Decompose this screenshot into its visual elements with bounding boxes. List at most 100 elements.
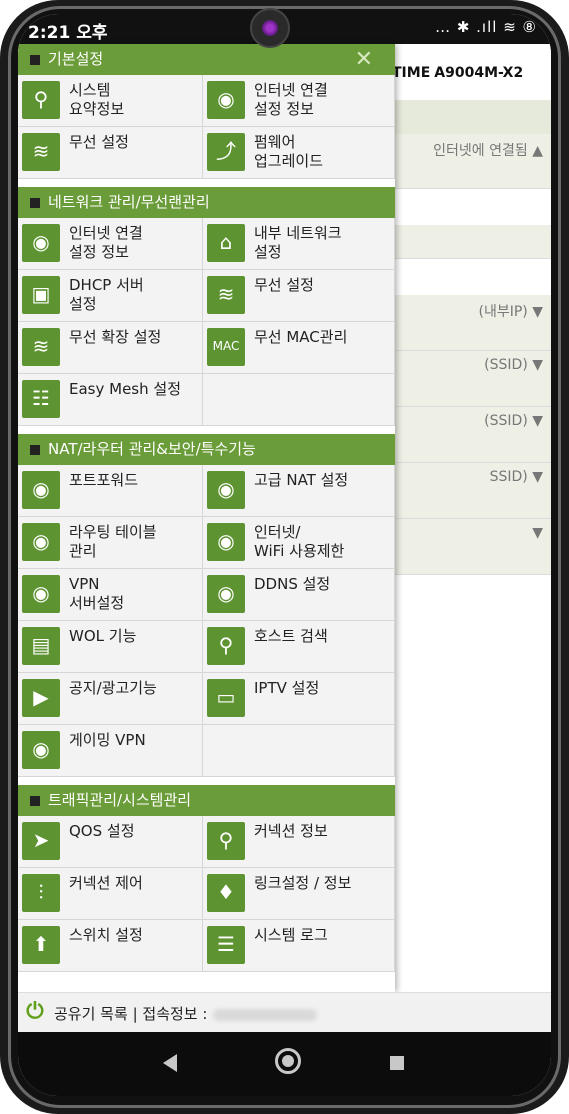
menu-item-internet-setup[interactable]: ◉ 인터넷 연결 설정 정보 bbox=[203, 75, 395, 127]
router-list-link[interactable]: 공유기 목록 bbox=[54, 1005, 128, 1023]
menu-item-label: 호스트 검색 bbox=[254, 627, 328, 645]
internet-status: 인터넷에 연결됨 ▲ bbox=[433, 143, 543, 159]
menu-item-access-restrict[interactable]: ◉ 인터넷/ WiFi 사용제한 bbox=[203, 517, 395, 569]
footer-bar: ⏻ 공유기 목록 | 접속정보 : bbox=[18, 992, 551, 1032]
bullet-square-icon bbox=[30, 55, 40, 65]
header-band bbox=[388, 100, 551, 134]
internet-status-row[interactable]: 인터넷에 연결됨 ▲ bbox=[388, 134, 551, 189]
wol-icon: ▤ bbox=[22, 627, 60, 665]
routing-icon: ◉ bbox=[22, 523, 60, 561]
menu-item-label: 시스템 로그 bbox=[254, 926, 328, 944]
lan-icon: ⌂ bbox=[207, 224, 245, 262]
nat-icon: ◉ bbox=[207, 471, 245, 509]
ssid-row[interactable]: (SSID) ▼ bbox=[388, 351, 551, 407]
menu-grid: ◉ 인터넷 연결 설정 정보 ⌂ 내부 네트워크 설정 ▣ DHCP 서버 설정 ≋ 무… bbox=[18, 218, 395, 426]
menu-item-easy-mesh[interactable]: ☷ Easy Mesh 설정 bbox=[18, 374, 203, 426]
blank-row bbox=[388, 259, 551, 295]
log-icon: ☰ bbox=[207, 926, 245, 964]
switch-icon: ⬆ bbox=[22, 926, 60, 964]
close-icon[interactable]: ✕ bbox=[355, 44, 373, 75]
menu-item-empty bbox=[203, 725, 395, 777]
bullet-square-icon bbox=[30, 198, 40, 208]
menu-item-label: DDNS 설정 bbox=[254, 575, 331, 593]
upgrade-icon: ⤴ bbox=[207, 133, 245, 171]
access-info-label: 접속정보 : bbox=[142, 1005, 208, 1023]
menu-item-port-forward[interactable]: ◉ 포트포워드 bbox=[18, 465, 203, 517]
home-icon[interactable] bbox=[275, 1048, 301, 1074]
menu-item-firmware-upgrade[interactable]: ⤴ 펌웨어 업그레이드 bbox=[203, 127, 395, 179]
expand-row[interactable]: ▼ bbox=[388, 519, 551, 575]
menu-item-switch-setup[interactable]: ⬆ 스위치 설정 bbox=[18, 920, 203, 972]
menu-item-label: Easy Mesh 설정 bbox=[69, 380, 181, 398]
ssid-row[interactable]: SSID) ▼ bbox=[388, 463, 551, 519]
iptv-icon: ▭ bbox=[207, 679, 245, 717]
menu-item-label: 라우팅 테이블 관리 bbox=[69, 523, 157, 560]
menu-item-label: VPN 서버설정 bbox=[69, 575, 125, 612]
port-forward-icon: ◉ bbox=[22, 471, 60, 509]
menu-item-label: 고급 NAT 설정 bbox=[254, 471, 349, 489]
wifi-icon: ≋ bbox=[207, 276, 245, 314]
menu-item-dhcp[interactable]: ▣ DHCP 서버 설정 bbox=[18, 270, 203, 322]
menu-item-lan-setup[interactable]: ⌂ 내부 네트워크 설정 bbox=[203, 218, 395, 270]
menu-item-system-summary[interactable]: ⚲ 시스템 요약정보 bbox=[18, 75, 203, 127]
menu-item-host-search[interactable]: ⚲ 호스트 검색 bbox=[203, 621, 395, 673]
menu-item-notice[interactable]: ▶ 공지/광고기능 bbox=[18, 673, 203, 725]
menu-item-internet-setup[interactable]: ◉ 인터넷 연결 설정 정보 bbox=[18, 218, 203, 270]
menu-item-wireless-setup[interactable]: ≋ 무선 설정 bbox=[203, 270, 395, 322]
menu-item-link-setup[interactable]: ♦ 링크설정 / 정보 bbox=[203, 868, 395, 920]
menu-item-qos[interactable]: ➤ QOS 설정 bbox=[18, 816, 203, 868]
status-icons: … ✱ .ıll ≋ ⑧ bbox=[435, 18, 537, 36]
menu-item-label: 펌웨어 업그레이드 bbox=[254, 133, 324, 170]
power-icon[interactable]: ⏻ bbox=[22, 999, 48, 1025]
menu-item-iptv[interactable]: ▭ IPTV 설정 bbox=[203, 673, 395, 725]
globe-icon: ◉ bbox=[22, 224, 60, 262]
redacted-ip bbox=[213, 1008, 318, 1021]
menu-item-label: 인터넷 연결 설정 정보 bbox=[69, 224, 143, 261]
internal-ip-row[interactable]: (내부IP) ▼ bbox=[388, 295, 551, 351]
menu-item-label: 무선 확장 설정 bbox=[69, 328, 162, 346]
magnifier-icon: ⚲ bbox=[207, 822, 245, 860]
ssid-row[interactable]: (SSID) ▼ bbox=[388, 407, 551, 463]
gaming-vpn-icon: ◉ bbox=[22, 731, 60, 769]
back-icon[interactable] bbox=[163, 1054, 177, 1072]
screen: 2:21 오후 … ✱ .ıll ≋ ⑧ TIME A9004M-X2 인터넷에 … bbox=[18, 14, 551, 1096]
footer-text: 공유기 목록 | 접속정보 : bbox=[54, 1003, 318, 1024]
phone-frame: 2:21 오후 … ✱ .ıll ≋ ⑧ TIME A9004M-X2 인터넷에 … bbox=[0, 0, 569, 1114]
menu-item-label: 게이밍 VPN bbox=[69, 731, 146, 749]
section-header-traffic: 트래픽관리/시스템관리 bbox=[18, 785, 395, 816]
globe-icon: ◉ bbox=[207, 81, 245, 119]
dhcp-icon: ▣ bbox=[22, 276, 60, 314]
menu-item-label: 스위치 설정 bbox=[69, 926, 143, 944]
menu-grid: ◉ 포트포워드 ◉ 고급 NAT 설정 ◉ 라우팅 테이블 관리 ◉ 인터넷/ WiFi… bbox=[18, 465, 395, 777]
menu-item-vpn-server[interactable]: ◉ VPN 서버설정 bbox=[18, 569, 203, 621]
notice-icon: ▶ bbox=[22, 679, 60, 717]
menu-item-wol[interactable]: ▤ WOL 기능 bbox=[18, 621, 203, 673]
side-menu: 기본설정 ✕ ⚲ 시스템 요약정보 ◉ 인터넷 연결 설정 정보 ≋ 무선 설정 ⤴ 펌… bbox=[18, 44, 395, 992]
menu-item-routing-table[interactable]: ◉ 라우팅 테이블 관리 bbox=[18, 517, 203, 569]
menu-item-wireless-setup[interactable]: ≋ 무선 설정 bbox=[18, 127, 203, 179]
expand-arrow: ▼ bbox=[532, 525, 543, 541]
menu-item-gaming-vpn[interactable]: ◉ 게이밍 VPN bbox=[18, 725, 203, 777]
menu-grid: ⚲ 시스템 요약정보 ◉ 인터넷 연결 설정 정보 ≋ 무선 설정 ⤴ 펌웨어 업그레이… bbox=[18, 75, 395, 179]
menu-item-advanced-nat[interactable]: ◉ 고급 NAT 설정 bbox=[203, 465, 395, 517]
menu-item-label: WOL 기능 bbox=[69, 627, 137, 645]
menu-item-label: 커넥션 정보 bbox=[254, 822, 328, 840]
connection-control-icon: ⫶ bbox=[22, 874, 60, 912]
section-header-basic: 기본설정 ✕ bbox=[18, 44, 395, 75]
model-name: A9004M-X2 bbox=[434, 65, 524, 81]
menu-item-ddns[interactable]: ◉ DDNS 설정 bbox=[203, 569, 395, 621]
menu-item-mac-manage[interactable]: MAC 무선 MAC관리 bbox=[203, 322, 395, 374]
recent-apps-icon[interactable] bbox=[390, 1056, 404, 1070]
spacer-row bbox=[388, 225, 551, 259]
ssid-value: SSID) ▼ bbox=[489, 469, 543, 485]
menu-item-empty bbox=[203, 374, 395, 426]
menu-item-label: 인터넷 연결 설정 정보 bbox=[254, 81, 328, 118]
menu-item-label: 인터넷/ WiFi 사용제한 bbox=[254, 523, 345, 560]
section-title: NAT/라우터 관리&보안/특수기능 bbox=[48, 440, 256, 458]
section-header-nat: NAT/라우터 관리&보안/특수기능 bbox=[18, 434, 395, 465]
menu-item-connection-control[interactable]: ⫶ 커넥션 제어 bbox=[18, 868, 203, 920]
menu-item-connection-info[interactable]: ⚲ 커넥션 정보 bbox=[203, 816, 395, 868]
magnifier-icon: ⚲ bbox=[22, 81, 60, 119]
menu-item-wireless-extend[interactable]: ≋ 무선 확장 설정 bbox=[18, 322, 203, 374]
menu-item-system-log[interactable]: ☰ 시스템 로그 bbox=[203, 920, 395, 972]
